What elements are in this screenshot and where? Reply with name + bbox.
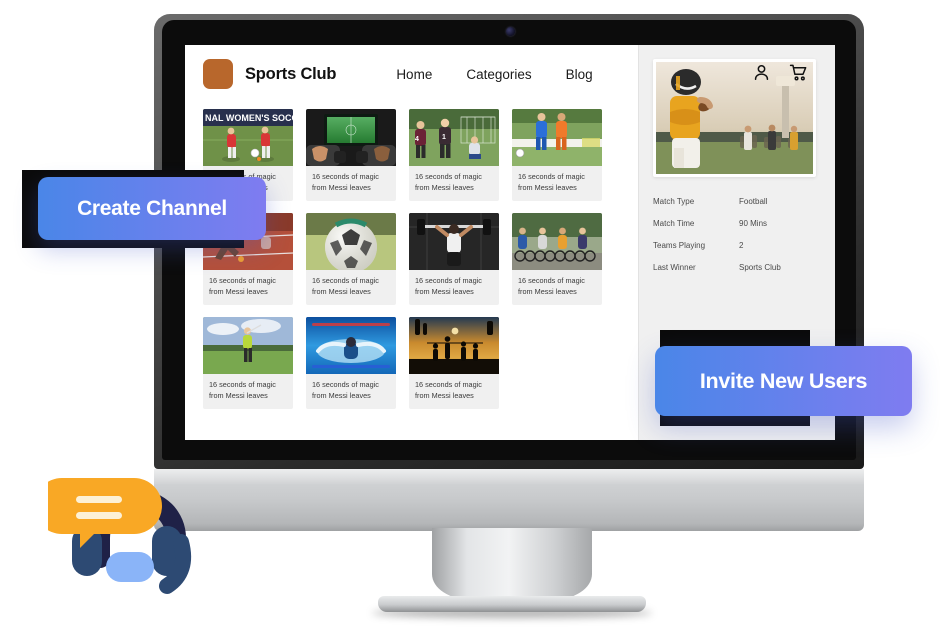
brand-logo-icon — [203, 59, 233, 89]
list-item-caption: 16 seconds of magic from Messi leaves — [312, 275, 379, 296]
thumbnail-womens-soccer: NAL WOMEN'S SOCC — [203, 109, 293, 166]
create-channel-button[interactable]: Create Channel — [38, 177, 266, 240]
monitor-chin — [154, 469, 864, 531]
thumbnail-cycling-peloton — [512, 212, 602, 270]
invite-new-users-button[interactable]: Invite New Users — [655, 346, 912, 416]
list-item-caption: 16 seconds of magic from Messi leaves — [312, 172, 379, 192]
nav-item-home[interactable]: Home — [396, 67, 432, 82]
brand[interactable]: Sports Club — [203, 59, 337, 89]
user-icon[interactable] — [752, 63, 771, 82]
webcam-icon — [506, 27, 515, 36]
list-item[interactable]: 16 seconds of magic from Messi leaves — [409, 212, 499, 305]
list-item-caption: 16 seconds of magic from Messi leaves — [518, 275, 585, 296]
support-headset-icon — [48, 430, 213, 600]
cart-icon[interactable] — [789, 63, 808, 82]
spec-value: Sports Club — [739, 263, 781, 272]
spec-row-teams-playing: Teams Playing 2 — [653, 241, 821, 250]
list-item[interactable]: 16 seconds of magic from Messi leaves — [306, 212, 396, 305]
spec-key: Match Time — [653, 219, 695, 228]
spec-value: 90 Mins — [739, 219, 768, 228]
thumbnail-golf-swing — [203, 316, 293, 374]
list-item[interactable]: 4 1 16 seconds of magic from Messi leave… — [409, 109, 499, 201]
monitor-stand-base — [378, 596, 646, 612]
thumbnail-soccer-header-duel — [512, 109, 602, 166]
svg-text:4: 4 — [415, 136, 419, 143]
spec-key: Teams Playing — [653, 241, 706, 250]
list-item[interactable]: 16 seconds of magic from Messi leaves — [203, 316, 293, 409]
nav-item-categories[interactable]: Categories — [466, 67, 531, 82]
spec-value: Football — [739, 197, 768, 206]
thumbnail-soccer-ball-closeup — [306, 212, 396, 270]
list-item-caption: 16 seconds of magic from Messi leaves — [415, 275, 482, 296]
list-item[interactable]: 16 seconds of magic from Messi leaves — [512, 109, 602, 201]
svg-text:NAL WOMEN'S SOCC: NAL WOMEN'S SOCC — [205, 113, 293, 123]
match-spec-list: Match Type Football Match Time 90 Mins T… — [653, 197, 821, 272]
site-header: Sports Club Home Categories Blog — [185, 45, 638, 103]
monitor-stand-neck — [432, 528, 592, 600]
list-item[interactable]: 16 seconds of magic from Messi leaves — [306, 109, 396, 201]
svg-text:1: 1 — [442, 134, 446, 141]
thumbnail-mobile-gaming — [306, 109, 396, 166]
nav-item-blog[interactable]: Blog — [566, 67, 593, 82]
spec-key: Match Type — [653, 197, 695, 206]
thumbnail-weightlifting — [409, 212, 499, 270]
brand-name: Sports Club — [245, 64, 337, 83]
video-grid-area: NAL WOMEN'S SOCC magic 16 seconds of mag… — [185, 103, 638, 409]
video-grid: NAL WOMEN'S SOCC magic 16 seconds of mag… — [203, 109, 638, 409]
list-item-caption: 16 seconds of magic from Messi leaves — [312, 379, 379, 400]
list-item-caption: 16 seconds of magic from Messi leaves — [415, 379, 482, 400]
list-item-caption: 16 seconds of magic from Messi leaves — [209, 275, 276, 296]
main-nav: Home Categories Blog — [396, 67, 592, 82]
thumbnail-swimming-butterfly — [306, 316, 396, 374]
list-item-caption: 16 seconds of magic from Messi leaves — [518, 172, 585, 192]
list-item[interactable]: 16 seconds of magic from Messi leaves — [306, 316, 396, 409]
list-item-caption: 16 seconds of magic from Messi leaves — [209, 379, 276, 400]
spec-value: 2 — [739, 241, 744, 250]
spec-row-match-time: Match Time 90 Mins — [653, 219, 821, 228]
list-item[interactable]: 16 seconds of magic from Messi leaves — [409, 316, 499, 409]
header-icon-group — [752, 63, 808, 82]
list-item[interactable]: 16 seconds of magic from Messi leaves — [512, 212, 602, 305]
spec-row-match-type: Match Type Football — [653, 197, 821, 206]
screenshot-root: Sports Club Home Categories Blog NAL WOM… — [0, 0, 940, 630]
list-item-caption: 16 seconds of magic from Messi leaves — [415, 172, 482, 192]
thumbnail-youth-soccer: 4 1 — [409, 109, 499, 166]
spec-row-last-winner: Last Winner Sports Club — [653, 263, 821, 272]
thumbnail-beach-volleyball-sunset — [409, 316, 499, 374]
spec-key: Last Winner — [653, 263, 696, 272]
